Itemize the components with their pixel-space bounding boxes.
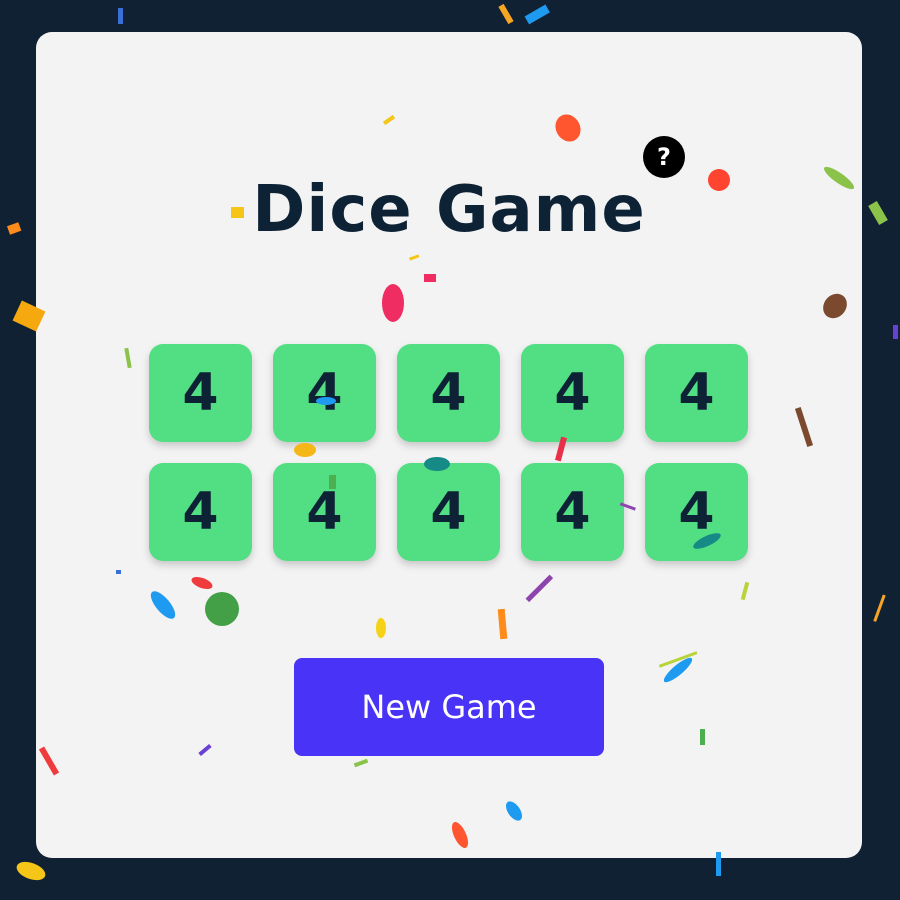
die[interactable]: 4 bbox=[149, 463, 252, 561]
page-title: Dice Game bbox=[252, 173, 646, 247]
die[interactable]: 4 bbox=[149, 344, 252, 442]
die[interactable]: 4 bbox=[397, 344, 500, 442]
die[interactable]: 4 bbox=[645, 344, 748, 442]
confetti-piece bbox=[873, 594, 886, 622]
confetti-piece bbox=[118, 8, 123, 24]
confetti-piece bbox=[6, 222, 22, 235]
confetti-piece bbox=[524, 4, 550, 25]
help-icon[interactable]: ? bbox=[643, 136, 685, 178]
new-game-button[interactable]: New Game bbox=[294, 658, 604, 756]
confetti-piece bbox=[893, 325, 898, 339]
die[interactable]: 4 bbox=[521, 463, 624, 561]
dice-grid: 4 4 4 4 4 4 4 4 4 4 bbox=[149, 344, 749, 561]
confetti-piece bbox=[868, 200, 888, 226]
die[interactable]: 4 bbox=[397, 463, 500, 561]
die[interactable]: 4 bbox=[645, 463, 748, 561]
game-screen: Dice Game ? 4 4 4 4 4 4 4 4 4 4 New Game bbox=[0, 0, 900, 900]
confetti-piece bbox=[16, 861, 46, 881]
confetti-piece bbox=[498, 3, 514, 25]
game-card: Dice Game ? 4 4 4 4 4 4 4 4 4 4 New Game bbox=[36, 32, 862, 858]
die[interactable]: 4 bbox=[273, 344, 376, 442]
die[interactable]: 4 bbox=[521, 344, 624, 442]
die[interactable]: 4 bbox=[273, 463, 376, 561]
